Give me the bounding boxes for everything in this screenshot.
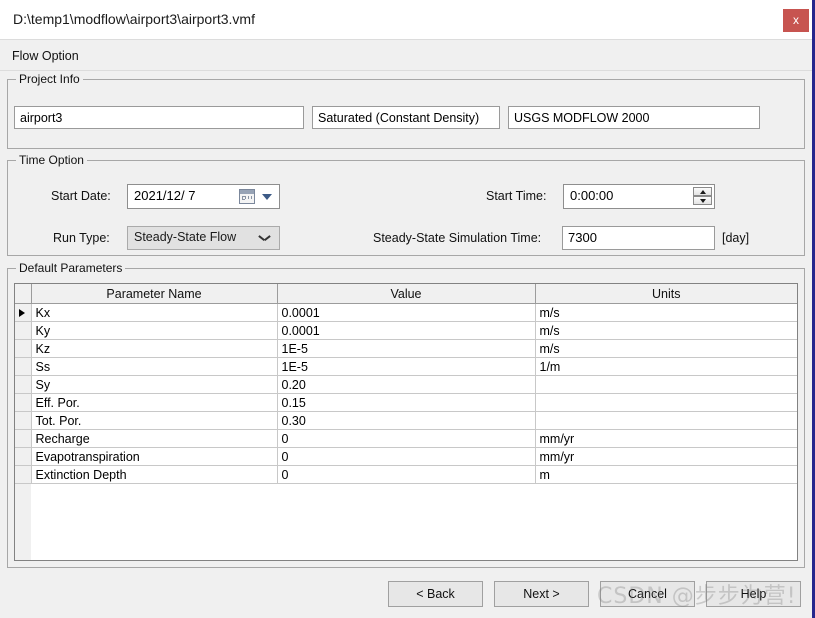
start-time-stepper[interactable]	[693, 187, 712, 206]
column-header-value[interactable]: Value	[277, 284, 536, 304]
start-date-label: Start Date:	[51, 189, 111, 203]
start-date-input[interactable]: 2021/12/ 7	[127, 184, 280, 209]
menu-item-flow-option[interactable]: Flow Option	[8, 48, 83, 64]
parameter-units-cell[interactable]: mm/yr	[535, 429, 797, 448]
dialog-window: D:\temp1\modflow\airport3\airport3.vmf x…	[0, 0, 815, 618]
parameter-units-cell[interactable]: m	[535, 465, 797, 484]
stepper-up-icon[interactable]	[693, 187, 712, 196]
simulation-time-label: Steady-State Simulation Time:	[373, 231, 542, 245]
next-button[interactable]: Next >	[494, 581, 589, 607]
row-indicator-header	[15, 284, 32, 304]
run-type-select[interactable]: Steady-State Flow	[127, 226, 280, 250]
parameter-name-cell[interactable]: Ky	[31, 321, 278, 340]
table-row[interactable]: Extinction Depth 0 m	[15, 465, 797, 484]
parameter-name-cell[interactable]: Kz	[31, 339, 278, 358]
start-date-value: 2021/12/ 7	[134, 188, 196, 203]
chevron-down-icon	[260, 235, 269, 240]
table-row[interactable]: Eff. Por. 0.15	[15, 393, 797, 412]
table-row[interactable]: Sy 0.20	[15, 375, 797, 394]
parameters-table[interactable]: Parameter Name Value Units Kx 0.0001 m/s Ky…	[14, 283, 798, 561]
parameter-name-cell[interactable]: Sy	[31, 375, 278, 394]
help-button[interactable]: Help	[706, 581, 801, 607]
project-name-input[interactable]: airport3	[14, 106, 304, 129]
row-indicator-cell[interactable]	[15, 411, 32, 430]
simulation-time-input[interactable]: 7300	[562, 226, 715, 250]
time-option-legend: Time Option	[16, 153, 87, 167]
row-indicator-cell[interactable]	[15, 393, 32, 412]
parameter-value-cell[interactable]: 0	[277, 429, 536, 448]
stepper-down-icon[interactable]	[693, 196, 712, 205]
parameter-name-cell[interactable]: Kx	[31, 303, 278, 322]
start-time-input[interactable]: 0:00:00	[563, 184, 715, 209]
parameter-name-cell[interactable]: Recharge	[31, 429, 278, 448]
row-indicator-cell[interactable]	[15, 321, 32, 340]
parameter-value-cell[interactable]: 1E-5	[277, 339, 536, 358]
menu-bar: Flow Option	[0, 39, 812, 71]
parameter-units-cell[interactable]: m/s	[535, 303, 797, 322]
parameter-name-cell[interactable]: Evapotranspiration	[31, 447, 278, 466]
parameter-name-cell[interactable]: Eff. Por.	[31, 393, 278, 412]
parameter-units-cell[interactable]	[535, 393, 797, 412]
parameter-value-cell[interactable]: 0.30	[277, 411, 536, 430]
parameter-value-cell[interactable]: 0.15	[277, 393, 536, 412]
row-indicator-cell[interactable]	[15, 357, 32, 376]
table-row[interactable]: Evapotranspiration 0 mm/yr	[15, 447, 797, 466]
parameter-units-cell[interactable]	[535, 375, 797, 394]
window-title: D:\temp1\modflow\airport3\airport3.vmf	[13, 11, 255, 27]
table-row[interactable]: Ky 0.0001 m/s	[15, 321, 797, 340]
row-indicator-cell[interactable]	[15, 303, 32, 322]
parameter-units-cell[interactable]	[535, 411, 797, 430]
row-indicator-cell[interactable]	[15, 339, 32, 358]
parameter-units-cell[interactable]: mm/yr	[535, 447, 797, 466]
table-row[interactable]: Kx 0.0001 m/s	[15, 303, 797, 322]
cancel-button[interactable]: Cancel	[600, 581, 695, 607]
parameter-value-cell[interactable]: 0	[277, 447, 536, 466]
parameter-units-cell[interactable]: m/s	[535, 321, 797, 340]
parameter-name-cell[interactable]: Ss	[31, 357, 278, 376]
row-indicator-cell[interactable]	[15, 375, 32, 394]
parameter-name-cell[interactable]: Extinction Depth	[31, 465, 278, 484]
run-type-value: Steady-State Flow	[134, 230, 237, 244]
project-info-legend: Project Info	[16, 72, 83, 86]
back-button[interactable]: < Back	[388, 581, 483, 607]
parameter-value-cell[interactable]: 0.0001	[277, 303, 536, 322]
parameter-units-cell[interactable]: 1/m	[535, 357, 797, 376]
current-row-arrow-icon	[19, 308, 25, 317]
row-indicator-cell[interactable]	[15, 465, 32, 484]
default-parameters-legend: Default Parameters	[16, 261, 126, 275]
row-indicator-cell[interactable]	[15, 447, 32, 466]
parameter-name-cell[interactable]: Tot. Por.	[31, 411, 278, 430]
table-row[interactable]: Tot. Por. 0.30	[15, 411, 797, 430]
row-indicator-cell[interactable]	[15, 429, 32, 448]
start-time-label: Start Time:	[486, 189, 547, 203]
parameter-value-cell[interactable]: 0.0001	[277, 321, 536, 340]
column-header-units[interactable]: Units	[535, 284, 797, 304]
column-header-parameter-name[interactable]: Parameter Name	[31, 284, 278, 304]
parameter-value-cell[interactable]: 0	[277, 465, 536, 484]
start-time-value: 0:00:00	[570, 188, 614, 203]
simulation-time-unit: [day]	[722, 231, 750, 245]
table-row[interactable]: Ss 1E-5 1/m	[15, 357, 797, 376]
table-row[interactable]: Kz 1E-5 m/s	[15, 339, 797, 358]
table-row[interactable]: Recharge 0 mm/yr	[15, 429, 797, 448]
flow-type-input[interactable]: Saturated (Constant Density)	[312, 106, 500, 129]
parameter-value-cell[interactable]: 0.20	[277, 375, 536, 394]
title-bar: D:\temp1\modflow\airport3\airport3.vmf x	[0, 0, 812, 39]
model-input[interactable]: USGS MODFLOW 2000	[508, 106, 760, 129]
run-type-label: Run Type:	[53, 231, 110, 245]
parameter-value-cell[interactable]: 1E-5	[277, 357, 536, 376]
chevron-down-icon[interactable]	[262, 194, 272, 200]
calendar-icon[interactable]	[239, 189, 255, 204]
parameter-units-cell[interactable]: m/s	[535, 339, 797, 358]
table-header-row: Parameter Name Value Units	[15, 284, 797, 304]
table-empty-area	[15, 483, 797, 560]
close-icon[interactable]: x	[783, 9, 809, 32]
